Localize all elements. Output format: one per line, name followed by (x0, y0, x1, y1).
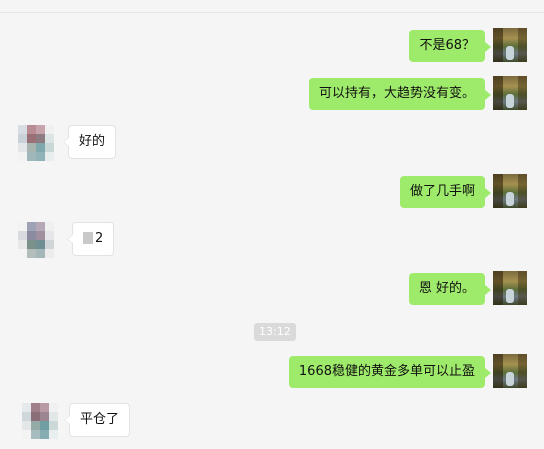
received-message-bubble[interactable]: 2 (66, 222, 115, 256)
avatar-detail (506, 372, 514, 386)
avatar-detail (518, 28, 527, 62)
avatar-detail (518, 354, 527, 388)
self-avatar-icon[interactable] (493, 174, 527, 208)
received-message-bubble[interactable]: 好的 (62, 125, 117, 159)
header-divider (0, 12, 544, 13)
avatar-detail (493, 28, 503, 62)
self-avatar-icon[interactable] (493, 354, 527, 388)
sent-message-bubble[interactable]: 做了几手啊 (399, 176, 492, 208)
sent-message-bubble[interactable]: 不是68？ (409, 30, 491, 62)
contact-avatar-icon[interactable] (18, 222, 54, 258)
contact-avatar-icon[interactable] (18, 125, 54, 161)
avatar-detail (506, 289, 514, 303)
sent-message-bubble[interactable]: 恩 好的。 (408, 273, 492, 305)
avatar-detail (506, 94, 514, 108)
avatar-detail (493, 76, 503, 110)
chat-window: 不是68？ 可以持有，大趋势没有变。 好的 做了几手啊 2 恩 好的。 13:1… (0, 0, 544, 449)
avatar-detail (518, 76, 527, 110)
contact-avatar-icon[interactable] (22, 403, 58, 439)
self-avatar-icon[interactable] (493, 271, 527, 305)
avatar-detail (518, 174, 527, 208)
redacted-mosaic (83, 232, 93, 244)
avatar-detail (493, 174, 503, 208)
avatar-detail (506, 46, 514, 60)
self-avatar-icon[interactable] (493, 28, 527, 62)
avatar-detail (518, 271, 527, 305)
avatar-detail (493, 354, 503, 388)
timestamp-badge: 13:12 (254, 323, 296, 341)
avatar-detail (506, 192, 514, 206)
received-message-bubble[interactable]: 平仓了 (63, 403, 131, 437)
sent-message-bubble[interactable]: 可以持有，大趋势没有变。 (308, 78, 492, 110)
self-avatar-icon[interactable] (493, 76, 527, 110)
sent-message-bubble[interactable]: 1668稳健的黄金多单可以止盈 (288, 356, 492, 388)
avatar-detail (493, 271, 503, 305)
message-text: 2 (95, 231, 104, 246)
